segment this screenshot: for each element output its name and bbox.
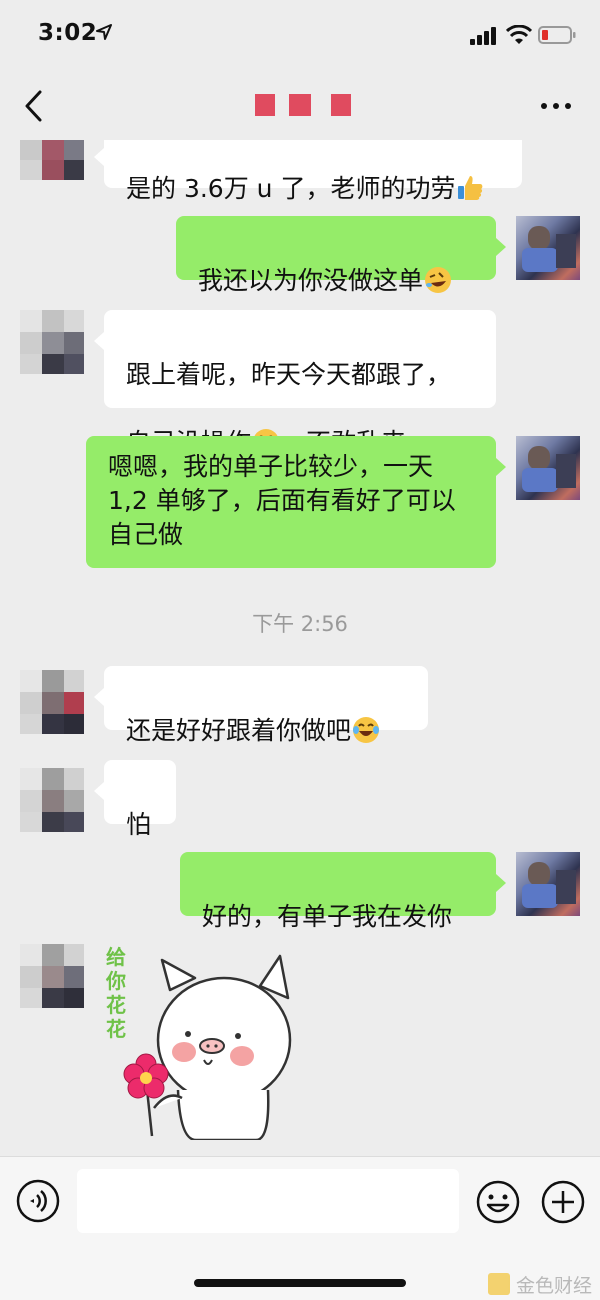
contact-avatar[interactable] (20, 310, 84, 374)
sticker-caption: 给 你 花 花 (105, 945, 126, 1041)
rolling-laughing-emoji-icon (425, 267, 452, 293)
emoji-icon[interactable] (475, 1179, 521, 1225)
contact-avatar[interactable] (20, 944, 84, 1008)
my-avatar[interactable] (516, 216, 580, 280)
my-avatar[interactable] (516, 852, 580, 916)
contact-avatar[interactable] (20, 140, 84, 180)
message-input[interactable] (77, 1169, 459, 1233)
message-text: 好的，有单子我在发你 (202, 902, 453, 931)
status-time: 3:02 (38, 20, 98, 46)
message-bubble[interactable]: 是的 3.6万 u 了，老师的功劳 (94, 140, 522, 203)
tears-of-joy-emoji-icon (353, 717, 380, 743)
watermark-logo-icon (488, 1273, 510, 1295)
pig-flower-sticker[interactable]: 给 你 花 花 (100, 940, 300, 1140)
message-text: 还是好好跟着你做吧 (126, 716, 352, 745)
contact-avatar[interactable] (20, 670, 84, 734)
sticker-caption-char: 你 (105, 969, 126, 993)
message-bubble[interactable]: 嗯嗯，我的单子比较少，一天 1,2 单够了，后面有看好了可以 自己做 (86, 436, 506, 568)
wifi-icon (506, 25, 532, 44)
home-indicator[interactable] (194, 1279, 406, 1287)
status-bar: 3:02 (0, 0, 600, 72)
voice-input-icon[interactable] (16, 1179, 60, 1223)
message-text-line: 跟上着呢，昨天今天都跟了， (126, 360, 452, 389)
message-bubble[interactable]: 怕 (94, 760, 176, 839)
contact-avatar[interactable] (20, 768, 84, 832)
my-avatar[interactable] (516, 436, 580, 500)
back-arrow-icon[interactable] (18, 88, 54, 124)
message-bubble[interactable]: 还是好好跟着你做吧 (94, 666, 428, 745)
watermark: 金色财经 (488, 1271, 592, 1297)
message-bubble[interactable]: 我还以为你没做这单 (176, 216, 506, 295)
message-timestamp: 下午 2:56 (252, 612, 348, 636)
chat-title-redacted (255, 94, 355, 118)
sticker-caption-char: 给 (106, 945, 126, 969)
watermark-text: 金色财经 (516, 1274, 593, 1297)
message-list[interactable]: 是的 3.6万 u 了，老师的功劳 我还以为你没做这单 跟上着呢，昨天今天都跟了… (0, 140, 600, 1156)
thumbs-up-emoji-icon (458, 176, 483, 200)
location-arrow-icon (96, 24, 112, 40)
message-bubble[interactable]: 好的，有单子我在发你 (180, 852, 506, 931)
sticker-caption-char: 花 (106, 993, 126, 1017)
message-text: 我还以为你没做这单 (198, 266, 424, 295)
sticker-caption-char: 花 (106, 1017, 126, 1041)
more-options-icon[interactable] (536, 92, 576, 120)
message-text: 怕 (126, 810, 152, 839)
cellular-signal-icon (470, 27, 496, 45)
battery-low-icon (538, 26, 576, 44)
message-text: 是的 3.6万 u 了，老师的功劳 (126, 174, 456, 203)
chat-header (0, 72, 600, 140)
message-bubble[interactable]: 跟上着呢，昨天今天都跟了， 自己没操作 ，不敢乱来 (94, 310, 496, 457)
input-bar: 金色财经 (0, 1156, 600, 1300)
plus-icon[interactable] (540, 1179, 586, 1225)
